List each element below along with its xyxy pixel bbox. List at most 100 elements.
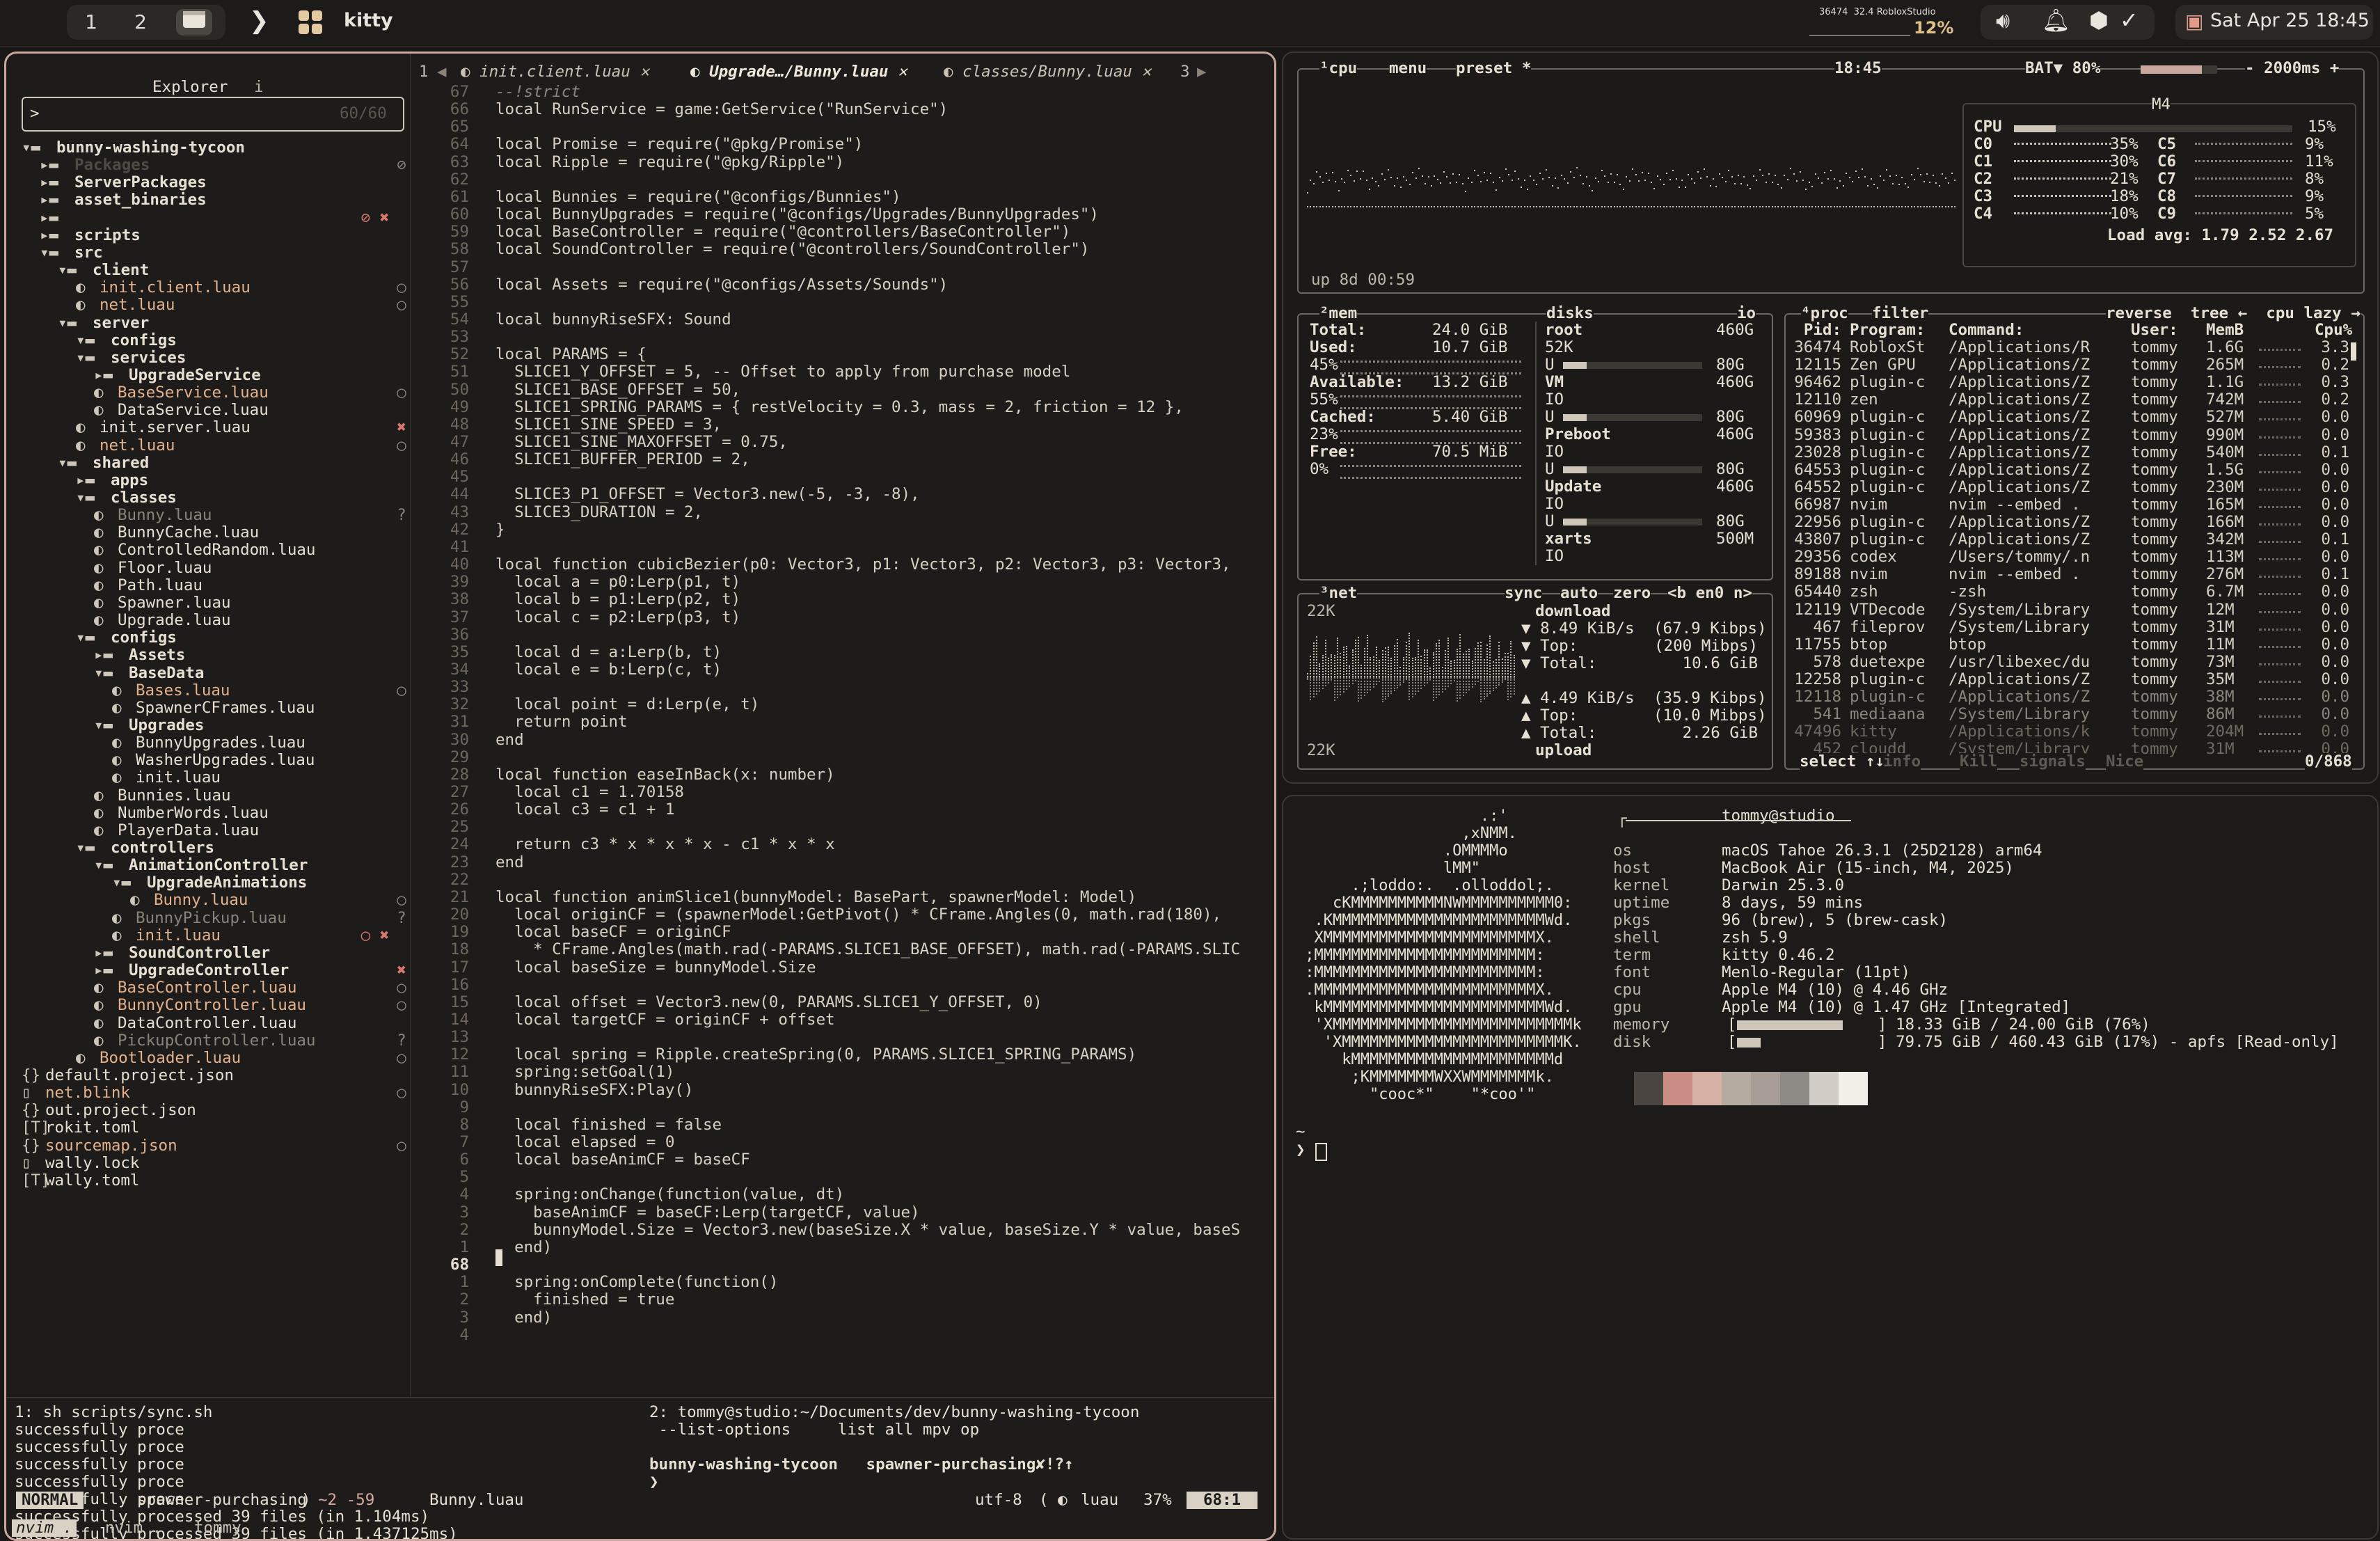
explorer-item[interactable]: ▾▬ src (6, 244, 410, 262)
explorer-item[interactable]: ◐ Bunnies.luau (6, 787, 410, 805)
explorer-item[interactable]: ◐ WasherUpgrades.luau (6, 751, 410, 769)
explorer-item[interactable]: {} default.project.json (6, 1066, 410, 1084)
explorer-item[interactable]: ▸▬ scripts (6, 226, 410, 244)
explorer-item[interactable]: ◐ init.server.luau ✖ (6, 418, 410, 436)
proc-footer-item[interactable]: signals (2020, 753, 2086, 770)
explorer-item[interactable]: ▾▬ shared (6, 454, 410, 472)
explorer-item[interactable]: ▾▬ bunny-washing-tycoon (6, 139, 410, 157)
explorer-item[interactable]: ◐ BunnyCache.luau (6, 523, 410, 542)
explorer-item[interactable]: ▾▬ AnimationController (6, 856, 410, 874)
explorer-item[interactable]: ◐ Bases.luau ○ (6, 681, 410, 700)
volume-icon[interactable]: 🔊︎ (1996, 7, 2010, 34)
explorer-item[interactable]: ▾▬ UpgradeAnimations (6, 874, 410, 892)
tab-scroll-right-icon[interactable]: ▶ (1197, 63, 1207, 81)
explorer-item[interactable]: [T] wally.toml (6, 1171, 410, 1190)
fastfetch-terminal[interactable]: .:' ,xNMM. .OMMMMo lMM" .;loddo:. .ollod… (1282, 795, 2379, 1540)
proc-box-title[interactable]: ⁴proc (1801, 305, 1848, 322)
proc-column-header[interactable]: Pid: (1793, 322, 1841, 339)
kitty-tab-1[interactable]: nvim . (12, 1519, 77, 1537)
explorer-item[interactable]: ◐ ControlledRandom.luau (6, 541, 410, 559)
explorer-item[interactable]: ◐ BaseController.luau ○ (6, 979, 410, 997)
proc-sort-options[interactable]: reverse tree ← cpu lazy → (2106, 305, 2361, 322)
net-box-title[interactable]: ³net (1319, 585, 1358, 602)
proc-footer-item[interactable]: Nice (2106, 753, 2144, 770)
explorer-item[interactable]: ◐ Bootloader.luau ○ (6, 1049, 410, 1067)
cpu-box-title[interactable]: ¹cpu (1319, 60, 1358, 77)
explorer-item[interactable]: ◐ PlayerData.luau (6, 821, 410, 839)
tab-classes-bunny[interactable]: ◐ classes/Bunny.luau ✕ (944, 63, 1151, 81)
explorer-item[interactable]: ◐ init.luau ○ ✖ (6, 926, 410, 945)
net-auto-toggle[interactable]: auto (1560, 585, 1598, 602)
workspace-1[interactable]: 1 (73, 9, 109, 35)
explorer-item[interactable]: ◐ Bunny.luau? (6, 506, 410, 524)
proc-column-header[interactable]: Cpu% (2315, 322, 2352, 339)
tab-upgrade-bunny[interactable]: ◐ Upgrade…/Bunny.luau ✕ (690, 63, 907, 81)
proc-footer-item[interactable]: select ↑↓ (1800, 753, 1885, 770)
proc-footer-item[interactable]: Kill (1960, 753, 1998, 770)
workspace-2[interactable]: 2 (122, 9, 159, 35)
explorer-item[interactable]: ▸▬ ⊘ ✖ (6, 209, 410, 227)
proc-footer-item[interactable]: 0/868 (2305, 753, 2352, 770)
kitty-tab-2[interactable]: nvim . (105, 1519, 161, 1537)
tab-scroll-left-icon[interactable]: ◀ (437, 63, 447, 81)
proc-column-header[interactable]: Program: (1850, 322, 1925, 339)
explorer-item[interactable]: ▾▬ services (6, 349, 410, 367)
explorer-item[interactable]: ▯ wally.lock (6, 1154, 410, 1172)
notification-bell-icon[interactable]: 🔔︎ (2042, 7, 2070, 33)
workspace-active-window-icon[interactable] (176, 9, 212, 35)
menubar-datetime[interactable]: Sat Apr 25 18:45 (2210, 10, 2370, 31)
explorer-item[interactable]: ◐ Upgrade.luau (6, 611, 410, 629)
explorer-item[interactable]: ▯ net.blink ○ (6, 1084, 410, 1102)
explorer-item[interactable]: ▾▬ configs (6, 331, 410, 349)
checkmark-icon[interactable]: ✓ (2120, 7, 2139, 33)
explorer-item[interactable]: {} sourcemap.json ○ (6, 1137, 410, 1155)
cpu-preset-button[interactable]: preset * (1456, 60, 1532, 77)
explorer-item[interactable]: ▸▬ apps (6, 471, 410, 489)
explorer-search-input[interactable]: > 60/60 (22, 97, 404, 132)
explorer-item[interactable]: ◐ DataService.luau (6, 401, 410, 419)
explorer-item[interactable]: ◐ net.luau ○ (6, 296, 410, 314)
explorer-item[interactable]: {} out.project.json (6, 1101, 410, 1119)
explorer-item[interactable]: ▸▬ asset_binaries (6, 191, 410, 209)
explorer-item[interactable]: ◐ SpawnerCFrames.luau (6, 699, 410, 717)
net-sync-toggle[interactable]: sync (1505, 585, 1543, 602)
system-monitor-widget[interactable]: 36474 32.4 RobloxStudio 12% (1809, 4, 1962, 40)
explorer-item[interactable]: ▾▬ configs (6, 629, 410, 647)
proc-column-header[interactable]: MemB (2206, 322, 2244, 339)
explorer-item[interactable]: ◐ BunnyPickup.luau? (6, 909, 410, 927)
explorer-item[interactable]: ▸▬ UpgradeService (6, 366, 410, 384)
explorer-item[interactable]: ▸▬ UpgradeController ✖ (6, 961, 410, 979)
proc-scrollbar[interactable] (2351, 342, 2356, 361)
explorer-item[interactable]: ▾▬ client (6, 261, 410, 279)
disks-box-title[interactable]: disks (1546, 305, 1594, 322)
nvim-window[interactable]: Explorer i > 60/60 ▾▬ bunny-washing-tycoo… (4, 52, 1276, 1541)
explorer-item[interactable]: ◐ Path.luau (6, 576, 410, 594)
cpu-menu-button[interactable]: menu (1389, 60, 1427, 77)
tab-init-client[interactable]: ◐ init.client.luau ✕ (461, 63, 649, 81)
explorer-item[interactable]: ◐ init.client.luau ○ (6, 278, 410, 297)
explorer-item[interactable]: ◐ Bunny.luau ○ (6, 891, 410, 909)
explorer-item[interactable]: ◐ DataController.luau (6, 1014, 410, 1032)
explorer-item[interactable]: [T] rokit.toml (6, 1119, 410, 1137)
explorer-item[interactable]: ▾▬ Upgrades (6, 716, 410, 734)
explorer-item[interactable]: ▸▬ Packages ⊘ (6, 156, 410, 174)
explorer-item[interactable]: ▸▬ ServerPackages (6, 173, 410, 191)
tab-close-icon[interactable]: ✕ (1141, 63, 1151, 81)
proc-column-header[interactable]: Command: (1949, 322, 2024, 339)
explorer-item[interactable]: ▾▬ server (6, 314, 410, 332)
explorer-item[interactable]: ◐ BunnyController.luau ○ (6, 996, 410, 1014)
frontmost-app-name[interactable]: kitty (344, 10, 393, 31)
explorer-item[interactable]: ◐ PickupController.luau? (6, 1032, 410, 1050)
calendar-icon[interactable]: ▣ (2185, 10, 2203, 33)
proc-column-header[interactable]: User: (2131, 322, 2178, 339)
net-zero-toggle[interactable]: zero (1613, 585, 1651, 602)
explorer-item[interactable]: ◐ Floor.luau (6, 559, 410, 577)
explorer-item[interactable]: ▾▬ classes (6, 489, 410, 507)
explorer-item[interactable]: ◐ NumberWords.luau (6, 804, 410, 822)
proc-filter-input[interactable]: filter (1872, 305, 1929, 322)
tab-close-icon[interactable]: ✕ (640, 63, 649, 81)
explorer-item[interactable]: ◐ BaseService.luau ○ (6, 384, 410, 402)
kitty-tab-3[interactable]: tommy (194, 1519, 241, 1537)
disks-io-toggle[interactable]: io (1737, 305, 1756, 322)
explorer-item[interactable]: ▾▬ BaseData (6, 664, 410, 682)
